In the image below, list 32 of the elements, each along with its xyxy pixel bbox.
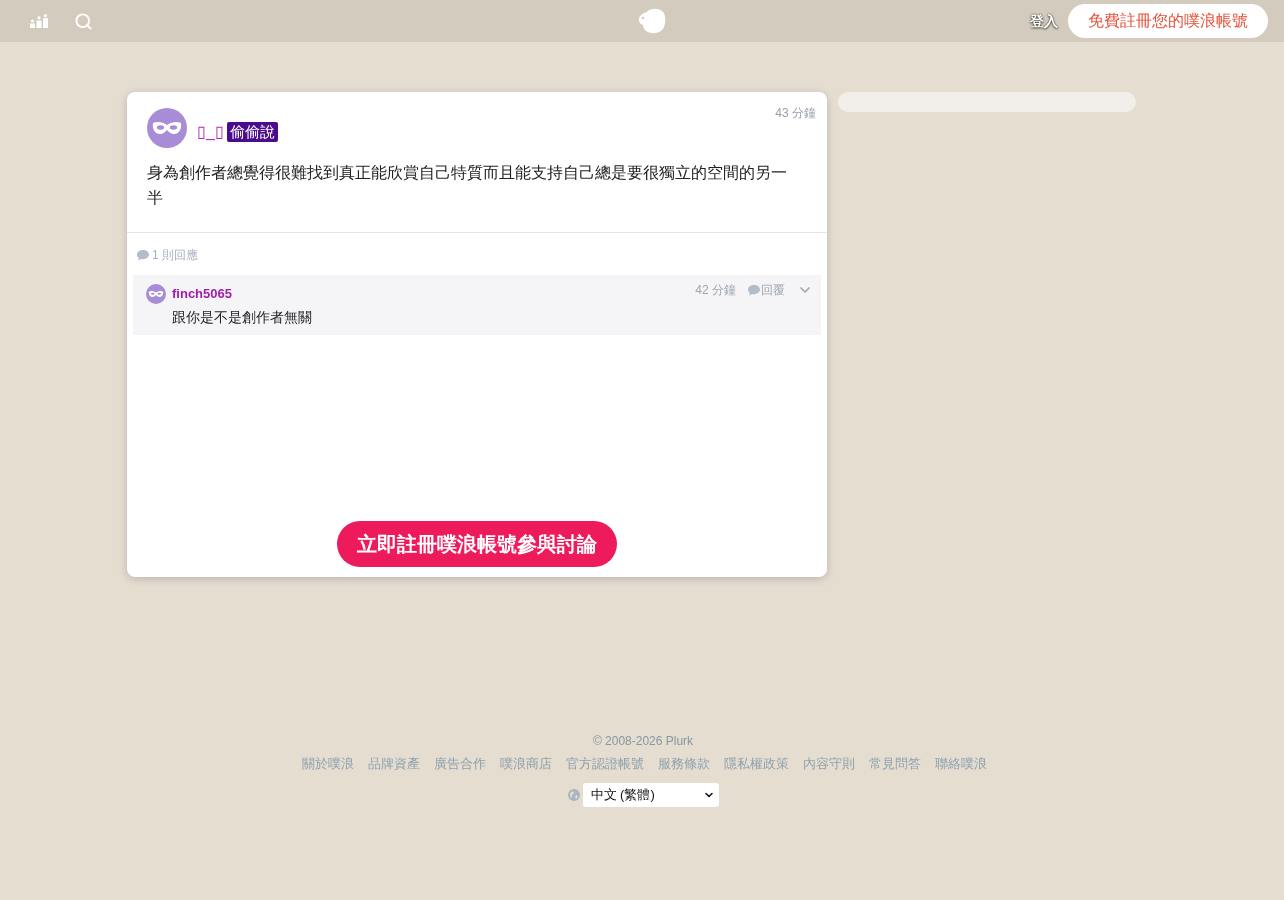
footer-link[interactable]: 聯絡噗浪 xyxy=(934,755,987,772)
response-count: 1 則回應 xyxy=(152,247,198,263)
avatar-icon xyxy=(146,284,166,304)
post-content: 身為創作者總覺得很難找到真正能欣賞自己特質而且能支持自己總是要很獨立的空間的另一半 xyxy=(147,163,788,208)
response-author[interactable]: finch5065 xyxy=(172,284,232,304)
footer-link[interactable]: 官方認證帳號 xyxy=(565,755,644,772)
copyright-text: © 2008-2026 Plurk xyxy=(592,733,694,749)
private-badge: 偷偷說 xyxy=(226,122,278,142)
avatar-icon xyxy=(147,108,187,148)
language-select[interactable]: 中文 (繁體) xyxy=(582,783,719,807)
footer-link[interactable]: 內容守則 xyxy=(802,755,855,772)
footer-link[interactable]: 常見問答 xyxy=(868,755,921,772)
footer-link[interactable]: 品牌資產 xyxy=(367,755,420,772)
footer-link[interactable]: 關於噗浪 xyxy=(301,755,354,772)
footer-link[interactable]: 隱私權政策 xyxy=(723,755,789,772)
signup-discuss-button[interactable]: 立即註冊噗浪帳號參與討論 xyxy=(337,521,617,567)
logo-icon[interactable] xyxy=(638,8,666,34)
signup-button[interactable]: 免費註冊您的噗浪帳號 xyxy=(1068,4,1268,38)
globe-icon xyxy=(567,789,580,801)
post-time: 43 分鐘 xyxy=(775,105,816,122)
response-content: 跟你是不是創作者無關 xyxy=(172,308,313,327)
footer-link[interactable]: 服務條款 xyxy=(657,755,710,772)
bar-chart-icon[interactable] xyxy=(30,14,48,28)
login-link[interactable]: 登入 xyxy=(1030,10,1058,32)
search-icon[interactable] xyxy=(74,11,93,31)
footer-link[interactable]: 廣告合作 xyxy=(433,755,486,772)
comment-icon xyxy=(137,249,149,261)
author-name[interactable]: ▯_▯ xyxy=(197,120,224,144)
reply-button[interactable]: 回覆 xyxy=(748,281,785,299)
response-time: 42 分鐘 xyxy=(695,282,736,299)
footer-link[interactable]: 噗浪商店 xyxy=(499,755,552,772)
comment-icon xyxy=(748,284,760,296)
